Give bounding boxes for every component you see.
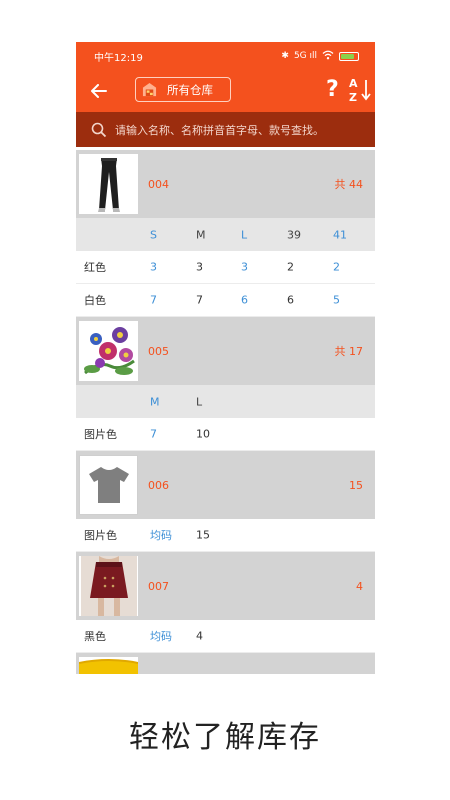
qty-value: 2 bbox=[333, 260, 340, 274]
qty-value: 7 bbox=[150, 293, 157, 307]
product-row[interactable]: 006 15 bbox=[76, 451, 375, 519]
svg-text:A: A bbox=[349, 77, 358, 90]
warehouse-selector[interactable]: 所有仓库 bbox=[135, 77, 231, 102]
size-label: 41 bbox=[333, 228, 347, 241]
warehouse-icon bbox=[142, 82, 157, 97]
qty-value: 3 bbox=[241, 260, 248, 274]
search-icon bbox=[91, 122, 107, 137]
qty-value: 10 bbox=[196, 427, 210, 441]
wifi-icon bbox=[322, 50, 334, 63]
pants-image bbox=[97, 158, 120, 212]
yellow-garment-image bbox=[79, 659, 138, 674]
size-header-row: S M L 39 41 bbox=[76, 218, 375, 251]
color-row: 白色 7 7 6 6 5 bbox=[76, 284, 375, 317]
product-row[interactable]: 004 共 44 bbox=[76, 150, 375, 218]
status-time: 中午12:19 bbox=[94, 52, 143, 64]
color-name: 图片色 bbox=[84, 529, 117, 542]
qty-value: 15 bbox=[196, 528, 210, 542]
sort-az-icon[interactable]: A Z bbox=[348, 76, 372, 104]
skirt-image bbox=[80, 556, 137, 616]
product-thumbnail bbox=[79, 455, 138, 515]
warehouse-label: 所有仓库 bbox=[167, 82, 213, 97]
qty-value: 6 bbox=[241, 293, 248, 307]
status-bar: 中午12:19 ✱ 5G ıll bbox=[76, 42, 375, 70]
product-total: 共 44 bbox=[334, 178, 364, 191]
product-thumbnail bbox=[79, 321, 138, 381]
status-icons: ✱ 5G ıll bbox=[281, 50, 359, 63]
qty-value: 4 bbox=[196, 629, 203, 643]
flower-image bbox=[83, 327, 135, 375]
back-arrow-icon[interactable] bbox=[86, 78, 112, 104]
size-label: M bbox=[196, 228, 206, 241]
product-code: 007 bbox=[148, 579, 169, 593]
signal-icon: 5G ıll bbox=[293, 51, 317, 61]
qty-value: 7 bbox=[196, 293, 203, 307]
color-row: 图片色 7 10 bbox=[76, 418, 375, 451]
product-code: 006 bbox=[148, 478, 169, 492]
size-label: S bbox=[150, 228, 157, 241]
promo-caption: 轻松了解库存 bbox=[129, 720, 321, 755]
product-total: 15 bbox=[349, 478, 363, 492]
product-row[interactable] bbox=[76, 653, 375, 674]
size-label: 均码 bbox=[150, 529, 172, 542]
qty-value: 7 bbox=[150, 427, 157, 441]
help-button[interactable]: ? bbox=[326, 76, 339, 104]
battery-icon bbox=[339, 51, 359, 61]
svg-text:Z: Z bbox=[349, 91, 357, 104]
qty-value: 6 bbox=[287, 293, 294, 307]
size-label: 均码 bbox=[150, 630, 172, 643]
phone-screen: 中午12:19 ✱ 5G ıll 所有仓库 ? A Z 请输入名称、名称拼音首字… bbox=[76, 42, 375, 674]
qty-value: 3 bbox=[196, 260, 203, 274]
size-label: L bbox=[241, 228, 248, 241]
search-bar[interactable]: 请输入名称、名称拼音首字母、款号查找。 bbox=[76, 112, 375, 147]
size-label: L bbox=[196, 395, 203, 408]
product-code: 005 bbox=[148, 344, 169, 358]
color-row: 图片色 均码 15 bbox=[76, 519, 375, 552]
tshirt-icon bbox=[88, 467, 129, 503]
toolbar: 所有仓库 ? A Z bbox=[76, 70, 375, 112]
color-name: 白色 bbox=[84, 294, 106, 307]
product-code: 004 bbox=[148, 177, 169, 191]
color-row: 红色 3 3 3 2 2 bbox=[76, 251, 375, 284]
product-thumbnail bbox=[79, 657, 138, 674]
size-label: 39 bbox=[287, 228, 301, 241]
product-thumbnail bbox=[79, 154, 138, 214]
product-total: 共 17 bbox=[334, 345, 364, 358]
product-total: 4 bbox=[356, 579, 363, 593]
product-row[interactable]: 007 4 bbox=[76, 552, 375, 620]
color-row: 黑色 均码 4 bbox=[76, 620, 375, 653]
search-placeholder: 请输入名称、名称拼音首字母、款号查找。 bbox=[115, 123, 324, 137]
color-name: 黑色 bbox=[84, 630, 106, 643]
qty-value: 2 bbox=[287, 260, 294, 274]
qty-value: 3 bbox=[150, 260, 157, 274]
size-header-row: M L bbox=[76, 385, 375, 418]
color-name: 红色 bbox=[84, 261, 106, 274]
color-name: 图片色 bbox=[84, 428, 117, 441]
size-label: M bbox=[150, 395, 160, 408]
product-row[interactable]: 005 共 17 bbox=[76, 317, 375, 385]
bluetooth-icon: ✱ bbox=[281, 51, 289, 61]
product-thumbnail bbox=[79, 556, 138, 616]
qty-value: 5 bbox=[333, 293, 340, 307]
